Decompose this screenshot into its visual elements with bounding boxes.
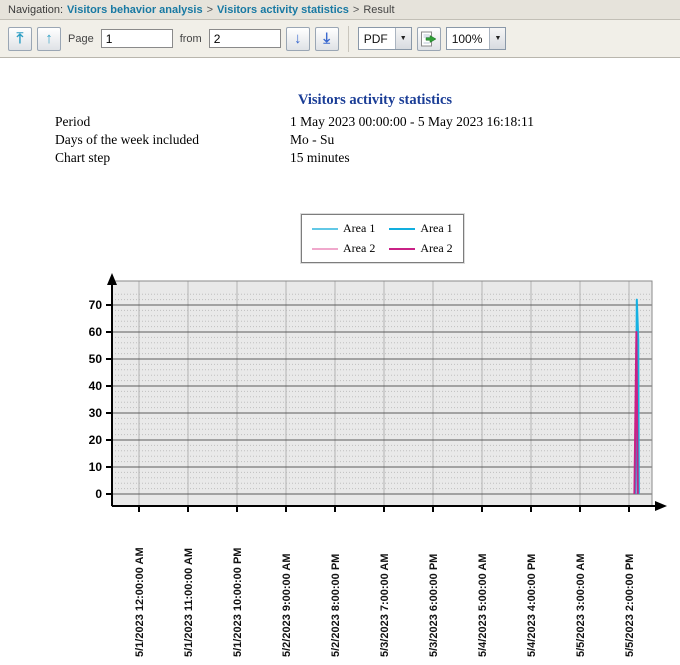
field-value-days: Mo - Su — [290, 131, 534, 149]
export-icon — [420, 31, 438, 47]
export-format-value: PDF — [364, 32, 388, 46]
y-tick-label: 20 — [89, 433, 103, 447]
dropdown-caret-icon: ▼ — [489, 28, 505, 49]
x-tick-label: 5/3/2023 7:00:00 AM — [379, 553, 391, 657]
x-tick-label: 5/4/2023 4:00:00 PM — [526, 554, 538, 657]
breadcrumb-prefix: Navigation: — [8, 4, 63, 16]
legend-item-label: Area 1 — [343, 221, 375, 236]
dropdown-caret-icon: ▼ — [395, 28, 411, 49]
last-page-icon: ⤓ — [323, 31, 330, 46]
field-label-chart-step: Chart step — [55, 149, 199, 167]
breadcrumb-separator: > — [207, 4, 213, 16]
legend-item: Area 1 — [312, 221, 375, 236]
total-pages-input[interactable] — [209, 29, 281, 48]
y-tick-label: 70 — [89, 298, 103, 312]
y-tick-label: 60 — [89, 325, 103, 339]
legend-line-sample — [389, 228, 415, 230]
y-tick-label: 50 — [89, 352, 103, 366]
x-tick-label: 5/2/2023 9:00:00 AM — [281, 553, 293, 657]
field-label-period: Period — [55, 113, 199, 131]
x-tick-label: 5/5/2023 3:00:00 AM — [575, 553, 587, 657]
legend-item: Area 1 — [389, 221, 452, 236]
y-tick-label: 0 — [95, 487, 102, 501]
last-page-button[interactable]: ⤓ — [315, 27, 339, 51]
page-number-input[interactable] — [101, 29, 173, 48]
from-label: from — [180, 33, 202, 45]
field-value-period: 1 May 2023 00:00:00 - 5 May 2023 16:18:1… — [290, 113, 534, 131]
x-tick-label: 5/3/2023 6:00:00 PM — [428, 554, 440, 657]
legend-line-sample — [389, 248, 415, 250]
x-tick-label: 5/1/2023 10:00:00 PM — [232, 548, 244, 657]
zoom-select[interactable]: 100% ▼ — [446, 27, 507, 50]
x-tick-label: 5/1/2023 12:00:00 AM — [134, 547, 146, 657]
previous-page-button[interactable]: ↑ — [37, 27, 61, 51]
x-tick-label: 5/1/2023 11:00:00 AM — [183, 548, 195, 657]
page-up-icon: ↑ — [45, 31, 53, 46]
page-label: Page — [68, 33, 94, 45]
y-tick-label: 40 — [89, 379, 103, 393]
y-tick-label: 10 — [89, 460, 103, 474]
legend-line-sample — [312, 228, 338, 230]
toolbar-separator — [348, 26, 349, 52]
report-field-labels: Period Days of the week included Chart s… — [55, 113, 199, 167]
report-field-values: 1 May 2023 00:00:00 - 5 May 2023 16:18:1… — [290, 113, 534, 167]
legend-item: Area 2 — [312, 241, 375, 256]
x-tick-label: 5/2/2023 8:00:00 PM — [330, 554, 342, 657]
page-down-icon: ↓ — [294, 31, 302, 46]
zoom-value: 100% — [452, 32, 483, 46]
breadcrumb-link-activity-statistics[interactable]: Visitors activity statistics — [217, 4, 349, 16]
export-format-select[interactable]: PDF ▼ — [358, 27, 412, 50]
y-tick-label: 30 — [89, 406, 103, 420]
breadcrumb-separator: > — [353, 4, 359, 16]
field-value-chart-step: 15 minutes — [290, 149, 534, 167]
breadcrumb-link-behavior-analysis[interactable]: Visitors behavior analysis — [67, 4, 203, 16]
breadcrumb-current-result: Result — [363, 4, 394, 16]
report-page: Visitors activity statistics Period Days… — [0, 58, 680, 664]
first-page-button[interactable]: ⤒ — [8, 27, 32, 51]
report-title: Visitors activity statistics — [70, 92, 680, 109]
breadcrumb: Navigation: Visitors behavior analysis >… — [0, 0, 680, 20]
legend-item: Area 2 — [389, 241, 452, 256]
chart-legend: Area 1 Area 1 Area 2 Area 2 — [301, 214, 464, 263]
field-label-days: Days of the week included — [55, 131, 199, 149]
legend-line-sample — [312, 248, 338, 250]
x-tick-label: 5/5/2023 2:00:00 PM — [624, 554, 636, 657]
next-page-button[interactable]: ↓ — [286, 27, 310, 51]
export-button[interactable] — [417, 27, 441, 51]
legend-item-label: Area 2 — [420, 241, 452, 256]
activity-chart: 0 10 20 30 40 50 60 70 5/1/2023 12:00:00 AM 5/1/2… — [85, 273, 680, 665]
first-page-icon: ⤒ — [17, 31, 24, 46]
legend-item-label: Area 1 — [420, 221, 452, 236]
legend-item-label: Area 2 — [343, 241, 375, 256]
toolbar: ⤒ ↑ Page from ↓ ⤓ PDF ▼ 100% ▼ — [0, 20, 680, 58]
x-tick-label: 5/4/2023 5:00:00 AM — [477, 553, 489, 657]
